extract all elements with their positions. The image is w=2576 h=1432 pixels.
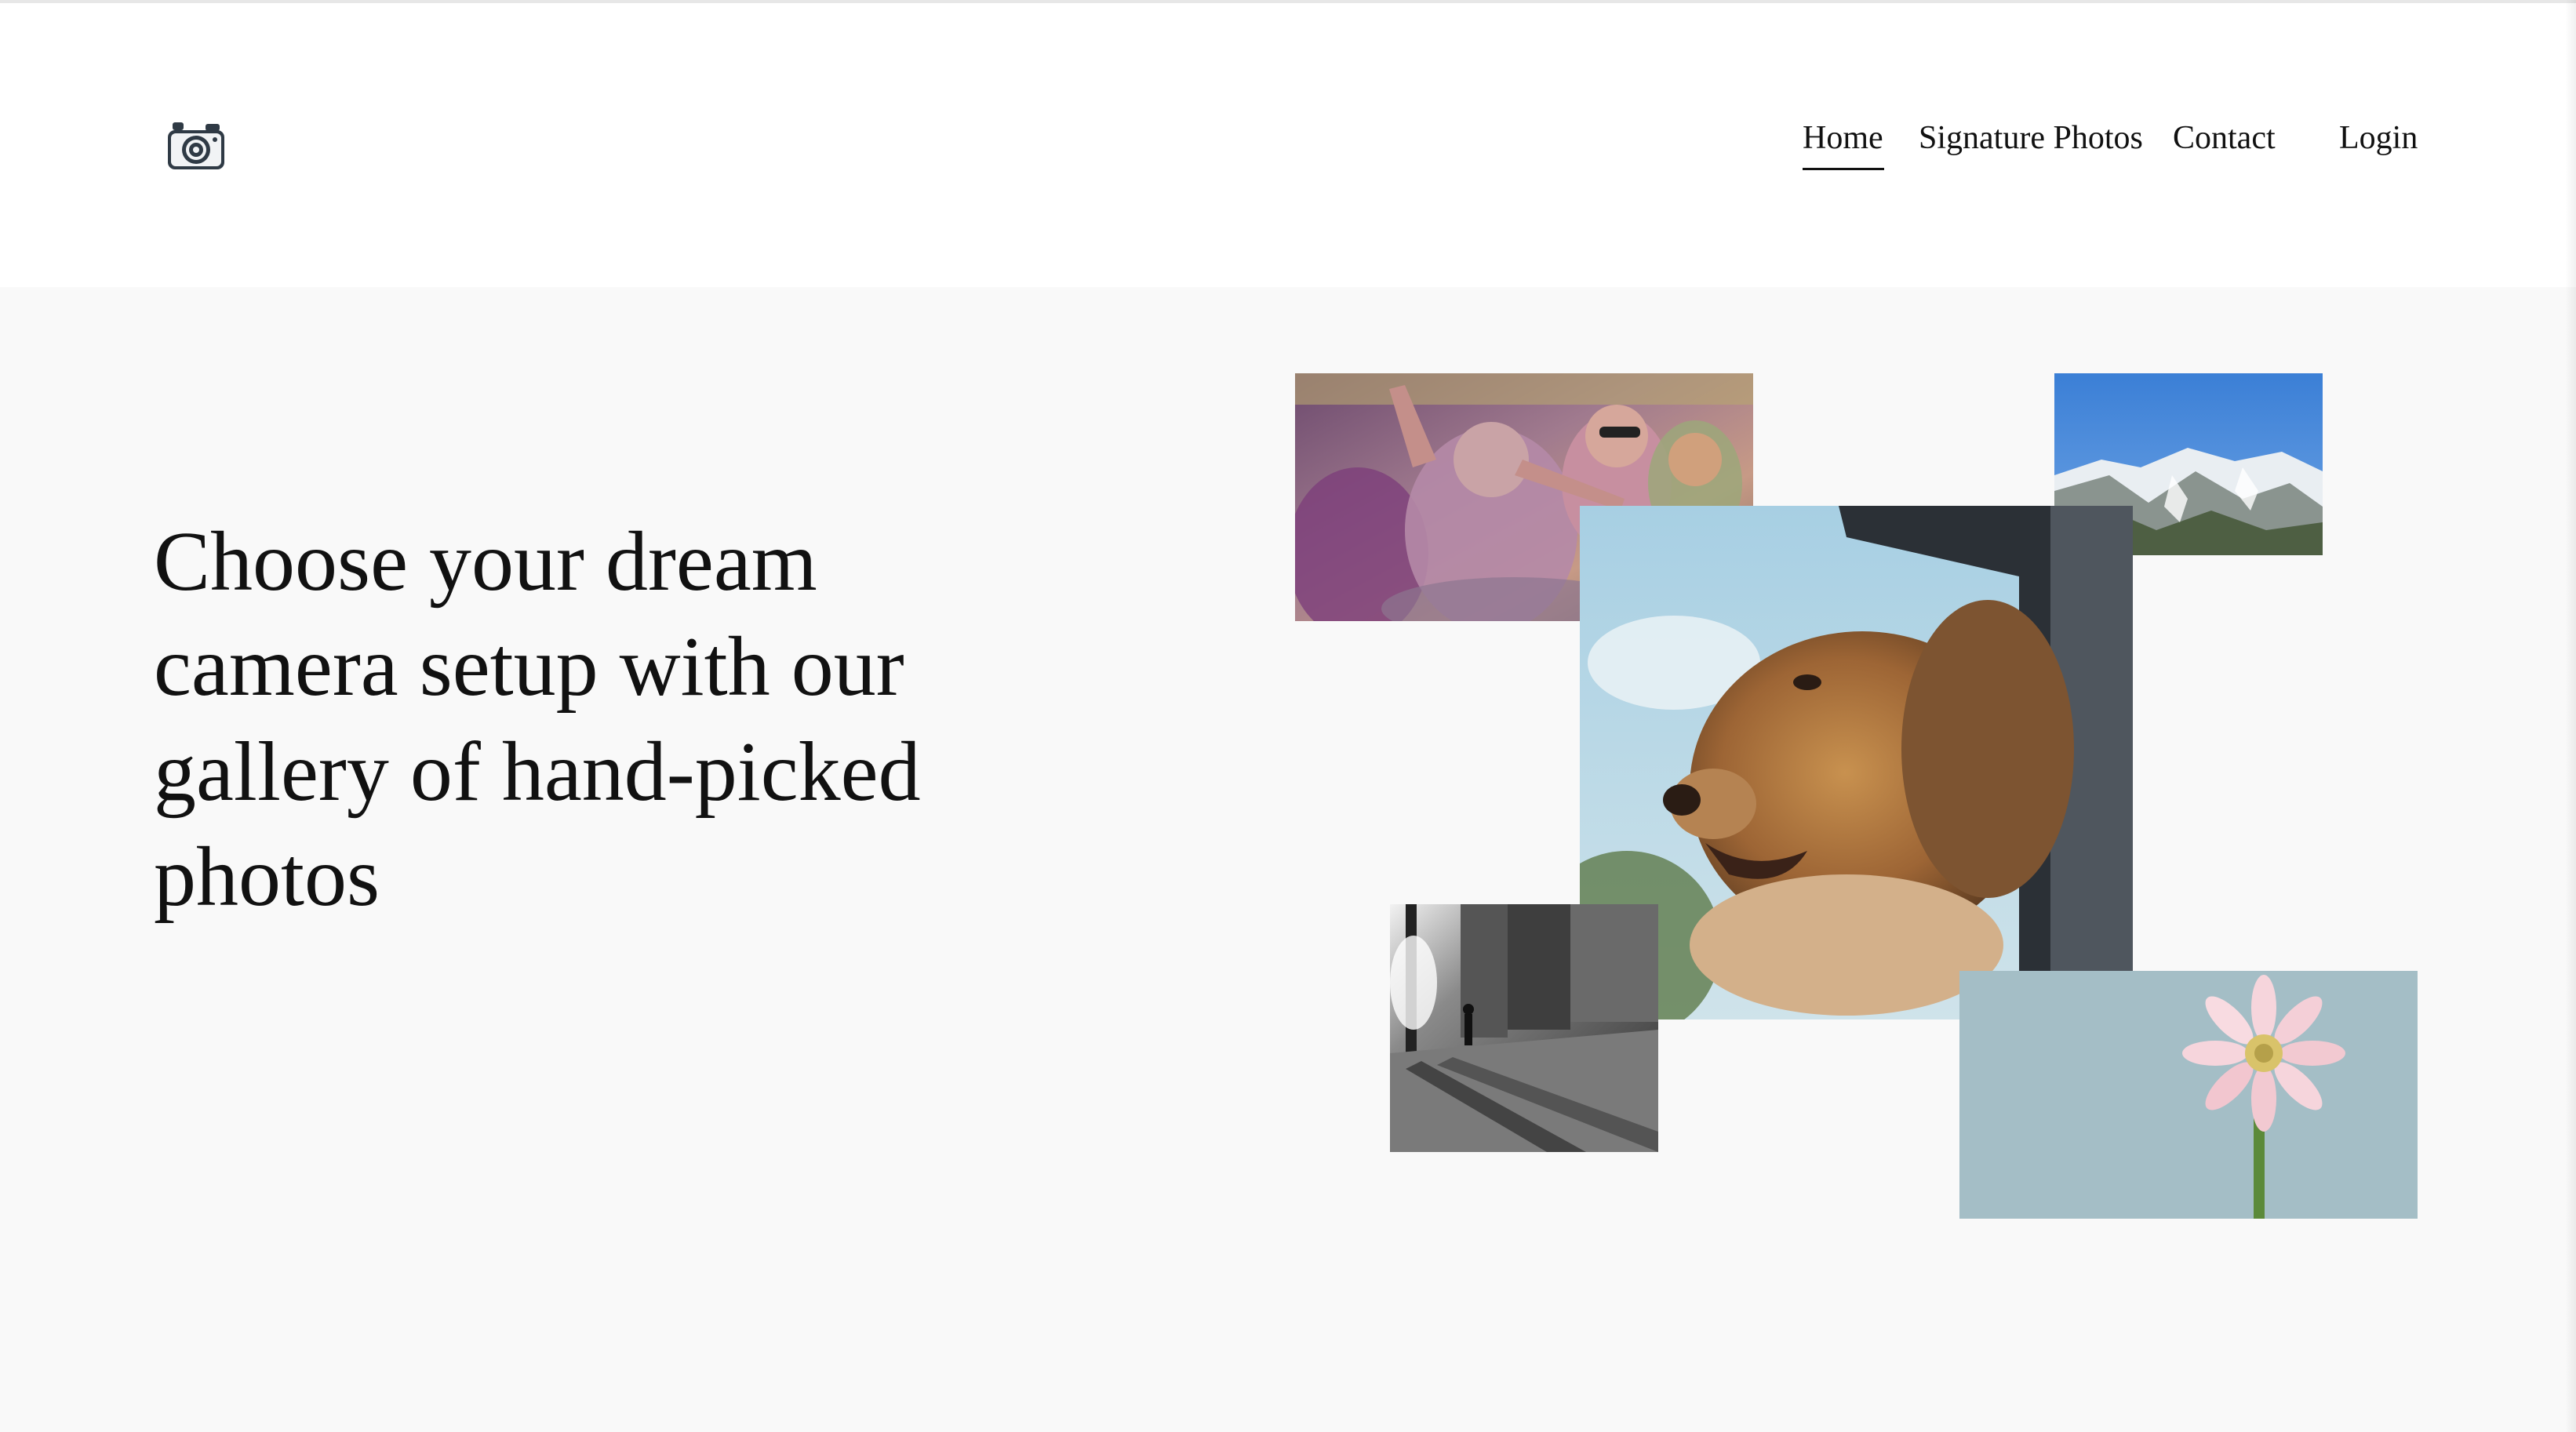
photo-city-street[interactable]: [1390, 904, 1658, 1152]
nav-contact[interactable]: Contact: [2173, 116, 2276, 160]
nav-signature-photos[interactable]: Signature Photos: [1919, 116, 2143, 160]
hero-title: Choose your dream camera setup with our …: [154, 515, 921, 924]
nav-login[interactable]: Login: [2339, 116, 2418, 160]
main-navigation: Home Signature Photos Contact Login: [0, 116, 2576, 179]
photo-pink-flower[interactable]: [1959, 971, 2418, 1219]
nav-home[interactable]: Home: [1803, 116, 1883, 160]
photo-dog-in-car[interactable]: [1580, 506, 2133, 1019]
nav-home-active-indicator: [1803, 168, 1884, 170]
scrollbar-shadow: [2565, 0, 2576, 1432]
